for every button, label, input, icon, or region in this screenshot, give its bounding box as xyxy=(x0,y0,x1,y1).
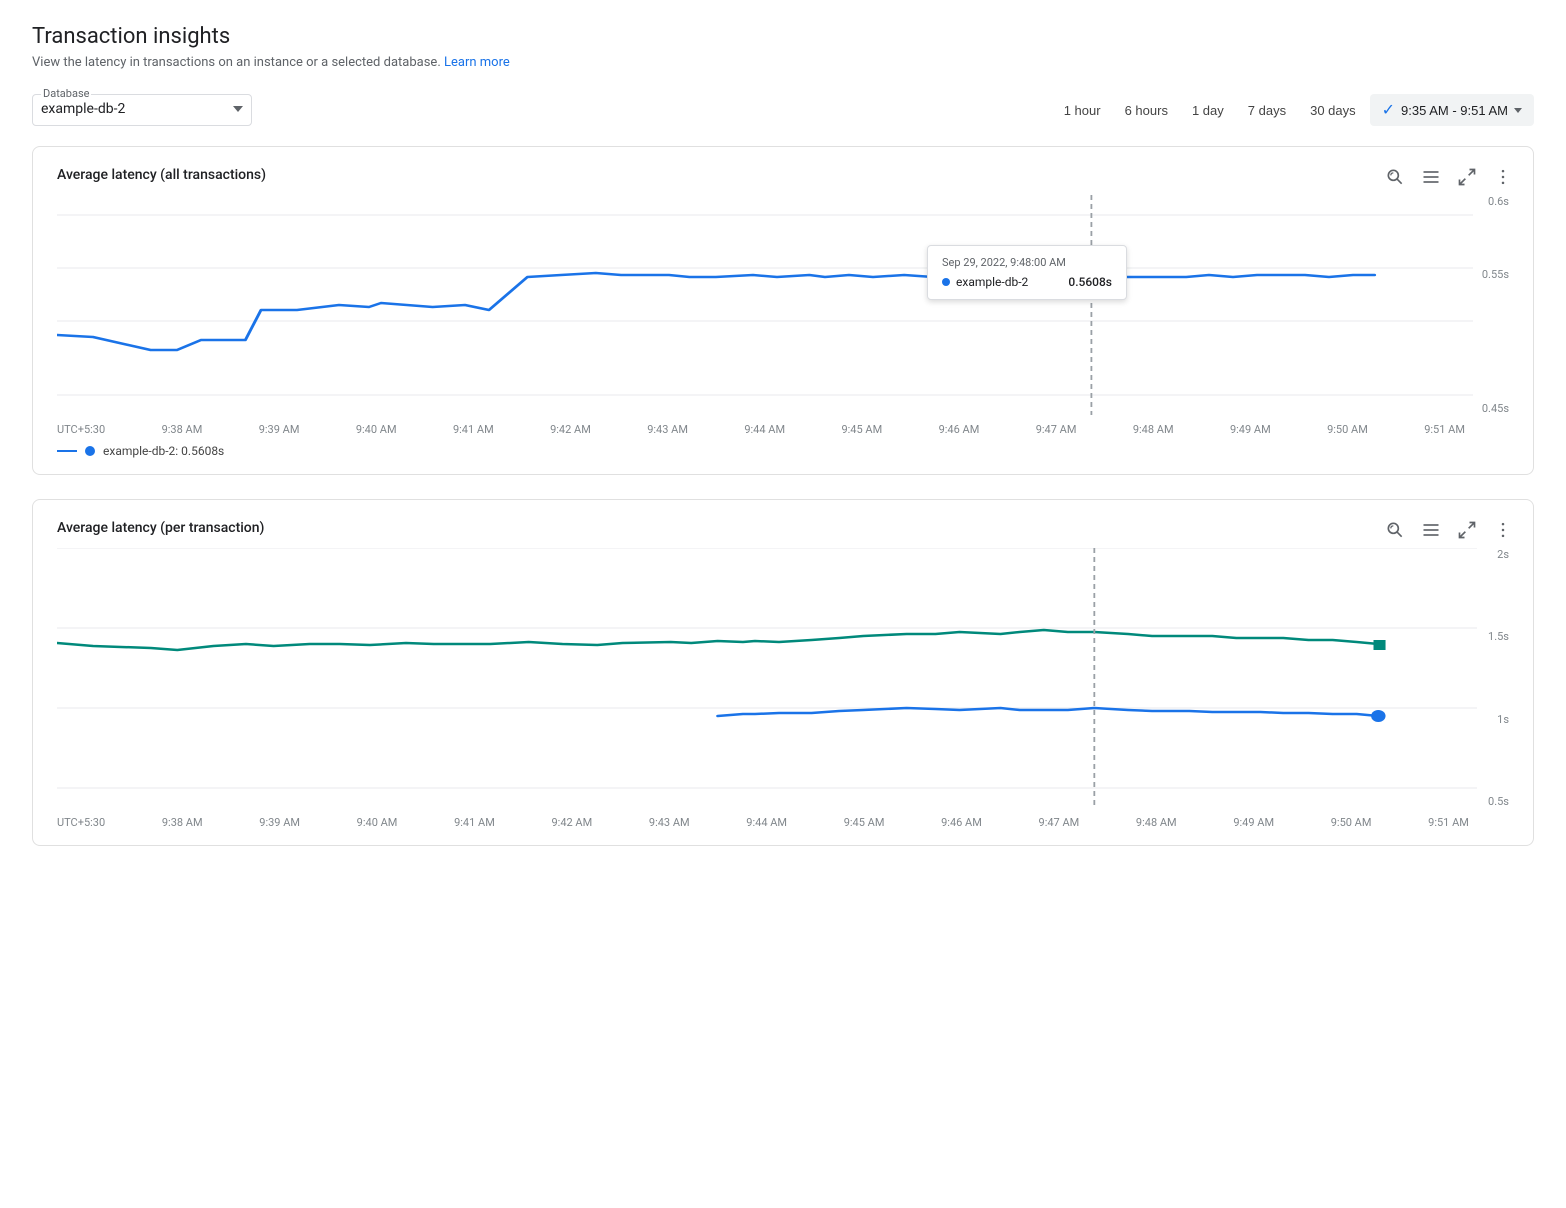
chart2-blue-marker xyxy=(1371,710,1385,722)
time-btn-30days[interactable]: 30 days xyxy=(1300,97,1366,124)
database-selector[interactable]: Database example-db-2 xyxy=(32,94,252,126)
x2-label-939: 9:39 AM xyxy=(259,816,300,829)
chart2-x-axis: UTC+5:30 9:38 AM 9:39 AM 9:40 AM 9:41 AM… xyxy=(57,816,1509,829)
database-label: Database xyxy=(41,87,91,100)
chart1-line xyxy=(57,271,1375,350)
x-label-946: 9:46 AM xyxy=(939,423,980,436)
x2-label-945: 9:45 AM xyxy=(844,816,885,829)
y2-label-2s: 2s xyxy=(1485,548,1509,561)
chart1-legend: example-db-2: 0.5608s xyxy=(57,444,1509,458)
x-label-948: 9:48 AM xyxy=(1133,423,1174,436)
chart2-search-button[interactable] xyxy=(1381,516,1409,544)
x-label-utc: UTC+5:30 xyxy=(57,423,105,436)
chart1-y-axis: 0.6s 0.55s 0.45s xyxy=(1473,195,1509,415)
check-icon: ✓ xyxy=(1382,100,1395,120)
chart2-container: 2s 1.5s 1s 0.5s xyxy=(57,548,1509,812)
chart2-y-axis: 2s 1.5s 1s 0.5s xyxy=(1477,548,1509,808)
time-range-value: 9:35 AM - 9:51 AM xyxy=(1401,103,1508,118)
learn-more-link[interactable]: Learn more xyxy=(444,55,510,70)
time-btn-7days[interactable]: 7 days xyxy=(1238,97,1296,124)
chart2-legend-button[interactable] xyxy=(1417,516,1445,544)
x2-label-941: 9:41 AM xyxy=(454,816,495,829)
x-label-950: 9:50 AM xyxy=(1327,423,1368,436)
y2-label-05s: 0.5s xyxy=(1485,795,1509,808)
x-label-947: 9:47 AM xyxy=(1036,423,1077,436)
chart2-teal-line xyxy=(57,630,1378,650)
y-label-055: 0.55s xyxy=(1481,268,1509,281)
x2-label-938: 9:38 AM xyxy=(162,816,203,829)
y2-label-1s: 1s xyxy=(1485,713,1509,726)
legend-dot xyxy=(85,446,95,456)
chart2-blue-line xyxy=(718,708,1379,716)
page-title: Transaction insights xyxy=(32,24,1534,49)
time-range-button[interactable]: ✓ 9:35 AM - 9:51 AM xyxy=(1370,94,1534,126)
time-btn-1hour[interactable]: 1 hour xyxy=(1054,97,1111,124)
x2-label-947: 9:47 AM xyxy=(1039,816,1080,829)
chart2-card: Average latency (per transaction) xyxy=(32,499,1534,846)
x2-label-951: 9:51 AM xyxy=(1428,816,1469,829)
x-label-940: 9:40 AM xyxy=(356,423,397,436)
y-label-045: 0.45s xyxy=(1481,402,1509,415)
chart2-fullscreen-button[interactable] xyxy=(1453,516,1481,544)
chart1-fullscreen-button[interactable] xyxy=(1453,163,1481,191)
database-dropdown[interactable]: example-db-2 xyxy=(41,97,243,121)
page-subtitle: View the latency in transactions on an i… xyxy=(32,55,1534,70)
chart1-legend-button[interactable] xyxy=(1417,163,1445,191)
dropdown-arrow-icon xyxy=(1514,108,1522,113)
chart1-more-button[interactable] xyxy=(1489,163,1517,191)
x-label-944: 9:44 AM xyxy=(744,423,785,436)
x2-label-utc: UTC+5:30 xyxy=(57,816,105,829)
x2-label-942: 9:42 AM xyxy=(551,816,592,829)
x-label-949: 9:49 AM xyxy=(1230,423,1271,436)
chart1-x-axis: UTC+5:30 9:38 AM 9:39 AM 9:40 AM 9:41 AM… xyxy=(57,423,1509,436)
chart2-area xyxy=(57,548,1477,812)
chevron-down-icon xyxy=(221,106,243,112)
chart1-title: Average latency (all transactions) xyxy=(57,167,1509,183)
y2-label-15s: 1.5s xyxy=(1485,630,1509,643)
x2-label-950: 9:50 AM xyxy=(1331,816,1372,829)
y-label-06: 0.6s xyxy=(1481,195,1509,208)
x-label-943: 9:43 AM xyxy=(647,423,688,436)
x-label-951: 9:51 AM xyxy=(1424,423,1465,436)
x2-label-943: 9:43 AM xyxy=(649,816,690,829)
time-controls: 1 hour 6 hours 1 day 7 days 30 days ✓ 9:… xyxy=(1054,94,1534,126)
chart1-container: Sep 29, 2022, 9:48:00 AM example-db-2 0.… xyxy=(57,195,1509,419)
x-label-939: 9:39 AM xyxy=(259,423,300,436)
time-btn-1day[interactable]: 1 day xyxy=(1182,97,1234,124)
chart2-teal-marker xyxy=(1374,640,1386,650)
chart1-svg xyxy=(57,195,1473,415)
chart2-svg xyxy=(57,548,1477,808)
x2-label-948: 9:48 AM xyxy=(1136,816,1177,829)
chart1-legend-text: example-db-2: 0.5608s xyxy=(103,444,224,458)
chart2-actions xyxy=(1381,516,1517,544)
legend-line-icon xyxy=(57,450,77,452)
x2-label-949: 9:49 AM xyxy=(1233,816,1274,829)
chart1-area: Sep 29, 2022, 9:48:00 AM example-db-2 0.… xyxy=(57,195,1473,419)
chart1-card: Average latency (all transactions) xyxy=(32,146,1534,475)
x-label-941: 9:41 AM xyxy=(453,423,494,436)
chart1-actions xyxy=(1381,163,1517,191)
chart2-more-button[interactable] xyxy=(1489,516,1517,544)
x-label-942: 9:42 AM xyxy=(550,423,591,436)
chart1-search-button[interactable] xyxy=(1381,163,1409,191)
controls-row: Database example-db-2 1 hour 6 hours 1 d… xyxy=(32,94,1534,126)
x2-label-944: 9:44 AM xyxy=(746,816,787,829)
x2-label-946: 9:46 AM xyxy=(941,816,982,829)
x2-label-940: 9:40 AM xyxy=(357,816,398,829)
x-label-945: 9:45 AM xyxy=(841,423,882,436)
x-label-938: 9:38 AM xyxy=(162,423,203,436)
database-value: example-db-2 xyxy=(41,101,125,117)
time-btn-6hours[interactable]: 6 hours xyxy=(1115,97,1178,124)
chart2-title: Average latency (per transaction) xyxy=(57,520,1509,536)
